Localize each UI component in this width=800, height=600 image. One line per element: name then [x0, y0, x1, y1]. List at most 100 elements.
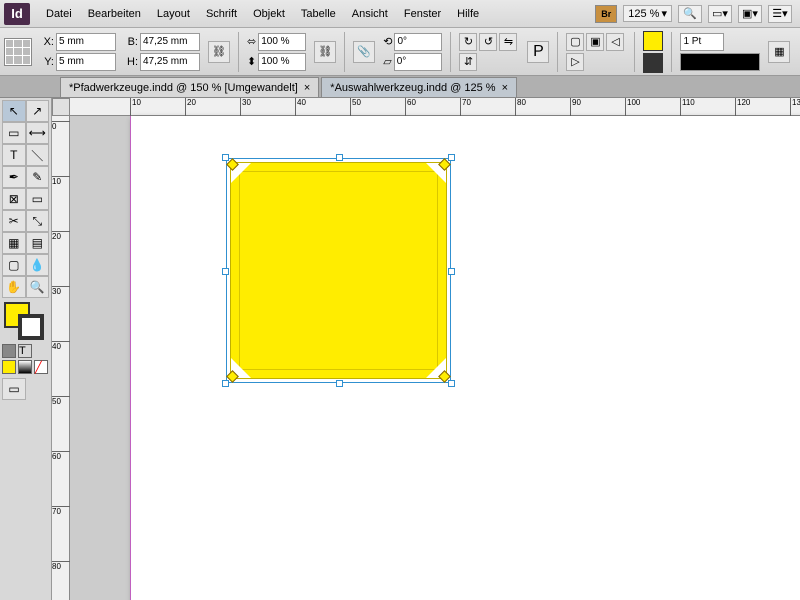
handle-mr[interactable]	[448, 268, 455, 275]
rectangle-tool[interactable]: ▭	[26, 188, 50, 210]
scale-x-input[interactable]: 100 %	[258, 33, 306, 51]
note-tool[interactable]: ▢	[2, 254, 26, 276]
handle-bl[interactable]	[222, 380, 229, 387]
effects-icon[interactable]: ▦	[768, 41, 790, 63]
horizontal-ruler[interactable]: 10 20 30 40 50 60 70 80 90 100 110 120 1…	[70, 98, 800, 116]
tab-label: *Pfadwerkzeuge.indd @ 150 % [Umgewandelt…	[69, 82, 298, 94]
selected-rectangle[interactable]	[226, 158, 451, 383]
color-wells[interactable]	[2, 302, 50, 342]
direct-selection-tool[interactable]: ↗	[26, 100, 50, 122]
bridge-button[interactable]: Br	[595, 5, 617, 23]
flip-h-icon[interactable]: ⇋	[499, 33, 517, 51]
clip-icon[interactable]: 📎	[353, 41, 375, 63]
eyedropper-tool[interactable]: 💧	[26, 254, 50, 276]
handle-bm[interactable]	[336, 380, 343, 387]
menu-schrift[interactable]: Schrift	[198, 4, 245, 24]
control-panel: X:5 mm Y:5 mm B:47,25 mm H:47,25 mm ⛓ ⬄1…	[0, 28, 800, 76]
gap-tool[interactable]: ⟷	[26, 122, 50, 144]
vertical-ruler[interactable]: 0 10 20 30 40 50 60 70 80	[52, 116, 70, 600]
rotate-input[interactable]: 0°	[394, 33, 442, 51]
select-prev-icon[interactable]: ◁	[606, 33, 624, 51]
ruler-tick: 50	[52, 396, 70, 406]
arrange-icon[interactable]: ☰▾	[768, 5, 792, 23]
point-type-icon[interactable]: P	[527, 41, 549, 63]
h-input[interactable]: 47,25 mm	[140, 53, 200, 71]
stroke-weight-input[interactable]: 1 Pt	[680, 33, 724, 51]
free-transform-tool[interactable]: ⤡	[26, 210, 50, 232]
format-container-icon[interactable]	[2, 344, 16, 358]
select-next-icon[interactable]: ▷	[566, 53, 584, 71]
rectangle-frame-tool[interactable]: ⊠	[2, 188, 26, 210]
pen-tool[interactable]: ✒	[2, 166, 26, 188]
scale-y-input[interactable]: 100 %	[258, 53, 306, 71]
zoom-tool[interactable]: 🔍	[26, 276, 50, 298]
stroke-style[interactable]	[680, 53, 760, 71]
handle-tr[interactable]	[448, 154, 455, 161]
tab-pfadwerkzeuge[interactable]: *Pfadwerkzeuge.indd @ 150 % [Umgewandelt…	[60, 77, 319, 97]
gradient-feather-tool[interactable]: ▤	[26, 232, 50, 254]
apply-gradient-icon[interactable]	[18, 360, 32, 374]
menu-datei[interactable]: Datei	[38, 4, 80, 24]
flip-v-icon[interactable]: ⇵	[459, 53, 477, 71]
handle-tm[interactable]	[336, 154, 343, 161]
select-content-icon[interactable]: ▣	[586, 33, 604, 51]
ruler-tick: 10	[52, 176, 70, 186]
ruler-tick: 10	[130, 98, 141, 116]
ruler-tick: 60	[405, 98, 416, 116]
canvas[interactable]: 10 20 30 40 50 60 70 80 90 100 110 120 1…	[52, 98, 800, 600]
tab-auswahlwerkzeug[interactable]: *Auswahlwerkzeug.indd @ 125 %×	[321, 77, 517, 97]
ruler-tick: 0	[52, 121, 70, 131]
menu-hilfe[interactable]: Hilfe	[449, 4, 487, 24]
constrain-icon[interactable]: ⛓	[208, 41, 230, 63]
hand-tool[interactable]: ✋	[2, 276, 26, 298]
handle-br[interactable]	[448, 380, 455, 387]
zoom-level[interactable]: 125 %▾	[623, 5, 672, 22]
ruler-tick: 70	[52, 506, 70, 516]
rotate-ccw-icon[interactable]: ↺	[479, 33, 497, 51]
menu-fenster[interactable]: Fenster	[396, 4, 449, 24]
ruler-tick: 30	[52, 286, 70, 296]
toolbox: ↖↗ ▭⟷ T＼ ✒✎ ⊠▭ ✂⤡ ▦▤ ▢💧 ✋🔍 T ╱ ▭	[0, 98, 52, 600]
rotate-cw-icon[interactable]: ↻	[459, 33, 477, 51]
select-container-icon[interactable]: ▢	[566, 33, 584, 51]
scissors-tool[interactable]: ✂	[2, 210, 26, 232]
menu-layout[interactable]: Layout	[149, 4, 198, 24]
constrain-scale-icon[interactable]: ⛓	[314, 41, 336, 63]
menu-tabelle[interactable]: Tabelle	[293, 4, 344, 24]
ruler-tick: 60	[52, 451, 70, 461]
stroke-swatch[interactable]	[643, 53, 663, 73]
search-icon[interactable]: 🔍	[678, 5, 702, 23]
scale-y-icon: ⬍	[247, 55, 256, 68]
fill-swatch[interactable]	[643, 31, 663, 51]
ruler-tick: 120	[735, 98, 750, 116]
menu-ansicht[interactable]: Ansicht	[344, 4, 396, 24]
format-text-icon[interactable]: T	[18, 344, 32, 358]
stroke-color[interactable]	[18, 314, 44, 340]
ruler-origin[interactable]	[52, 98, 70, 116]
y-input[interactable]: 5 mm	[56, 53, 116, 71]
view-mode-icon[interactable]: ▭▾	[708, 5, 732, 23]
gradient-swatch-tool[interactable]: ▦	[2, 232, 26, 254]
page[interactable]	[130, 116, 800, 600]
x-input[interactable]: 5 mm	[56, 33, 116, 51]
w-input[interactable]: 47,25 mm	[140, 33, 200, 51]
handle-tl[interactable]	[222, 154, 229, 161]
page-tool[interactable]: ▭	[2, 122, 26, 144]
menu-objekt[interactable]: Objekt	[245, 4, 293, 24]
handle-ml[interactable]	[222, 268, 229, 275]
selection-frame	[226, 158, 451, 383]
selection-tool[interactable]: ↖	[2, 100, 26, 122]
close-icon[interactable]: ×	[304, 82, 310, 94]
pencil-tool[interactable]: ✎	[26, 166, 50, 188]
shear-input[interactable]: 0°	[394, 53, 442, 71]
close-icon[interactable]: ×	[502, 82, 508, 94]
apply-none-icon[interactable]: ╱	[34, 360, 48, 374]
type-tool[interactable]: T	[2, 144, 26, 166]
reference-point[interactable]	[4, 38, 32, 66]
menu-bearbeiten[interactable]: Bearbeiten	[80, 4, 149, 24]
screen-mode-icon[interactable]: ▣▾	[738, 5, 762, 23]
ruler-tick: 70	[460, 98, 471, 116]
apply-color-icon[interactable]	[2, 360, 16, 374]
view-mode-normal[interactable]: ▭	[2, 378, 26, 400]
line-tool[interactable]: ＼	[26, 144, 50, 166]
